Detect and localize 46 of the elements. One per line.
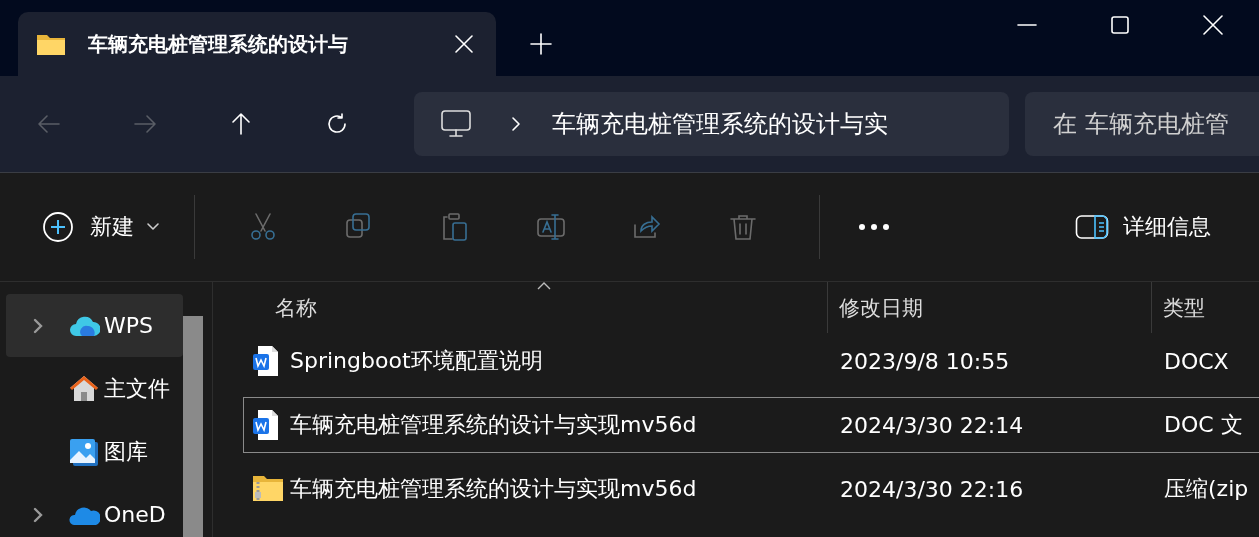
- back-arrow-icon: [36, 112, 62, 136]
- minimize-icon: [1016, 23, 1037, 27]
- file-row[interactable]: Springboot环境配置说明 2023/9/8 10:55 DOCX: [243, 333, 1259, 389]
- caret-down-icon: [146, 222, 160, 232]
- close-icon: [454, 34, 474, 54]
- sort-up-icon: [537, 282, 551, 290]
- new-button[interactable]: 新建: [42, 203, 166, 251]
- search-field[interactable]: 在 车辆充电桩管: [1025, 92, 1259, 156]
- details-button[interactable]: 详细信息: [1075, 203, 1211, 251]
- sidebar-item[interactable]: 图库: [6, 420, 183, 483]
- address-bar[interactable]: 车辆充电桩管理系统的设计与实: [414, 92, 1009, 156]
- file-type: 压缩(zip: [1163, 475, 1250, 503]
- forward-arrow-icon: [132, 112, 158, 136]
- folder-icon: [36, 32, 66, 56]
- file-name: 车辆充电桩管理系统的设计与实现mv56d: [290, 411, 697, 439]
- name-column-header[interactable]: 名称: [243, 282, 827, 333]
- chevron-right-icon: [510, 114, 522, 134]
- type-column-header[interactable]: 类型: [1151, 282, 1259, 333]
- modified-date: 2024/3/30 22:14: [839, 412, 1025, 438]
- file-name: 车辆充电桩管理系统的设计与实现mv56d: [290, 475, 697, 503]
- address-path: 车辆充电桩管理系统的设计与实: [552, 109, 888, 140]
- file-row[interactable]: 车辆充电桩管理系统的设计与实现mv56d 2024/3/30 22:14 DOC 文: [243, 397, 1259, 453]
- plus-circle-icon: [42, 211, 74, 243]
- file-type: DOCX: [1163, 348, 1230, 374]
- plus-icon: [530, 33, 552, 55]
- scrollbar[interactable]: [183, 316, 203, 537]
- more-icon: [858, 223, 890, 231]
- tab-title: 车辆充电桩管理系统的设计与: [88, 30, 349, 58]
- details-pane-icon: [1075, 214, 1109, 240]
- rename-icon: [535, 211, 567, 243]
- sidebar-item[interactable]: WPS: [6, 294, 183, 357]
- chevron-right-icon[interactable]: [32, 505, 44, 524]
- close-icon: [1202, 15, 1223, 35]
- file-name: Springboot环境配置说明: [290, 347, 543, 375]
- modified-date: 2023/9/8 10:55: [839, 348, 1011, 374]
- tab[interactable]: 车辆充电桩管理系统的设计与: [18, 12, 496, 76]
- file-row[interactable]: 车辆充电桩管理系统的设计与实现mv56d 2024/3/30 22:16 压缩(zip: [243, 461, 1259, 517]
- close-tab-button[interactable]: [454, 34, 474, 54]
- date-column-header[interactable]: 修改日期: [827, 282, 1151, 333]
- computer-icon: [440, 108, 472, 140]
- sidebar-item[interactable]: OneD: [6, 483, 183, 537]
- chevron-right-icon[interactable]: [32, 316, 44, 335]
- modified-date: 2024/3/30 22:16: [839, 476, 1025, 502]
- file-type: DOC 文: [1163, 411, 1244, 439]
- maximize-icon: [1109, 15, 1130, 35]
- sidebar-item[interactable]: 主文件: [6, 357, 183, 420]
